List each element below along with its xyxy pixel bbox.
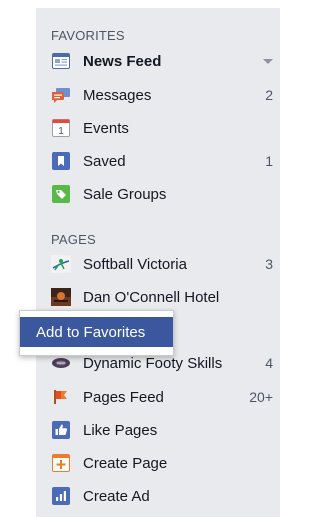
sidebar-item-label: Messages bbox=[83, 86, 152, 104]
sidebar-item-count: 20+ bbox=[249, 389, 273, 405]
add-to-favorites-button[interactable]: Add to Favorites bbox=[20, 317, 173, 347]
sidebar-item-messages[interactable]: Messages 2 bbox=[51, 82, 273, 108]
pages-header: PAGES bbox=[51, 232, 96, 247]
events-icon-number: 1 bbox=[58, 126, 64, 137]
left-sidebar: FAVORITES News Feed Messages 2 1 Events … bbox=[36, 8, 280, 517]
sidebar-item-label: Softball Victoria bbox=[83, 255, 187, 273]
sidebar-item-count: 1 bbox=[265, 153, 273, 169]
sidebar-item-sale-groups[interactable]: Sale Groups bbox=[51, 181, 273, 207]
sidebar-item-create-ad[interactable]: Create Ad bbox=[51, 483, 273, 509]
sidebar-item-label: Sale Groups bbox=[83, 185, 167, 203]
saved-icon bbox=[51, 151, 71, 171]
sidebar-item-news-feed[interactable]: News Feed bbox=[51, 48, 273, 74]
sidebar-item-label: Create Page bbox=[83, 454, 168, 472]
favorites-header: FAVORITES bbox=[51, 28, 125, 43]
sidebar-item-label: Like Pages bbox=[83, 421, 158, 439]
chevron-down-icon[interactable] bbox=[263, 58, 273, 64]
sidebar-item-label: Create Ad bbox=[83, 487, 150, 505]
sidebar-item-label: Dan O'Connell Hotel bbox=[83, 288, 220, 306]
sidebar-item-label: Saved bbox=[83, 152, 126, 170]
sidebar-item-dan-oconnell-hotel[interactable]: Dan O'Connell Hotel bbox=[51, 284, 273, 310]
sidebar-item-events[interactable]: 1 Events bbox=[51, 115, 273, 141]
sidebar-item-label: Dynamic Footy Skills bbox=[83, 354, 223, 372]
create-ad-icon bbox=[51, 486, 71, 506]
add-to-favorites-popup: Add to Favorites bbox=[19, 310, 174, 356]
sidebar-item-label: Pages Feed bbox=[83, 388, 164, 406]
sidebar-item-count: 2 bbox=[265, 87, 273, 103]
like-pages-icon bbox=[51, 420, 71, 440]
sidebar-item-pages-feed[interactable]: Pages Feed 20+ bbox=[51, 384, 273, 410]
sidebar-item-count: 4 bbox=[265, 355, 273, 371]
create-page-icon bbox=[51, 453, 71, 473]
sidebar-item-label: News Feed bbox=[83, 52, 162, 70]
dan-oconnell-hotel-icon bbox=[51, 287, 71, 307]
messages-icon bbox=[51, 85, 71, 105]
sale-groups-icon bbox=[51, 184, 71, 204]
dynamic-footy-skills-icon bbox=[51, 353, 71, 373]
events-icon: 1 bbox=[51, 118, 71, 138]
pages-feed-icon bbox=[51, 387, 71, 407]
softball-victoria-icon bbox=[51, 254, 71, 274]
sidebar-item-saved[interactable]: Saved 1 bbox=[51, 148, 273, 174]
sidebar-item-like-pages[interactable]: Like Pages bbox=[51, 417, 273, 443]
news-feed-icon bbox=[51, 51, 71, 71]
sidebar-item-count: 3 bbox=[265, 256, 273, 272]
sidebar-item-create-page[interactable]: Create Page bbox=[51, 450, 273, 476]
sidebar-item-label: Events bbox=[83, 119, 129, 137]
sidebar-item-softball-victoria[interactable]: Softball Victoria 3 bbox=[51, 251, 273, 277]
